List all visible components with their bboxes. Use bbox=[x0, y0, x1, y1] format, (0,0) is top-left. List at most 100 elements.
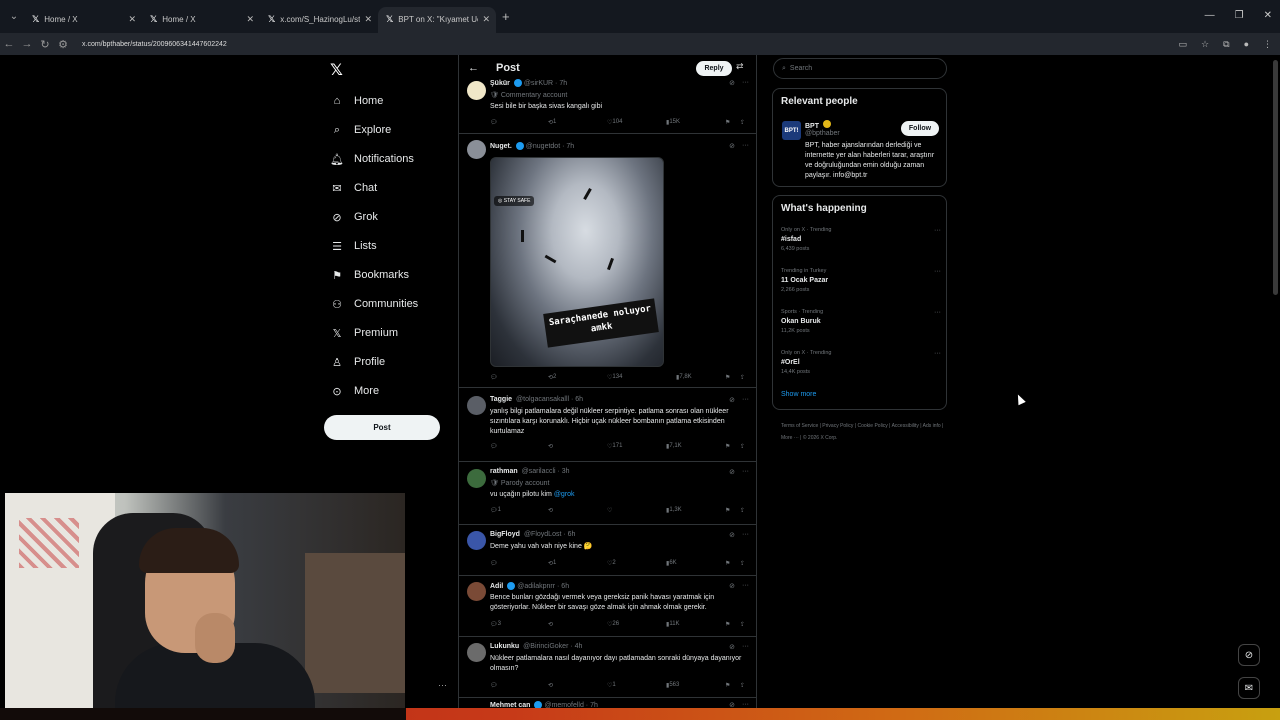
views-icon[interactable]: ▮ 1,3K bbox=[666, 507, 682, 514]
reply-tweet[interactable]: Taggie @tolgacansakalll · 6h ⊘ ··· yanlış… bbox=[459, 389, 756, 462]
share-icon[interactable]: ⇪ bbox=[740, 374, 745, 381]
sort-replies-icon[interactable]: ⇄ bbox=[736, 61, 744, 72]
account-menu-icon[interactable]: ··· bbox=[438, 680, 447, 690]
retweet-icon[interactable]: ⟲ 1 bbox=[548, 119, 556, 126]
nav-communities[interactable]: ⚇ Communities bbox=[330, 294, 418, 314]
nav-grok[interactable]: ⊘ Grok bbox=[330, 207, 377, 227]
show-more-link[interactable]: Show more bbox=[781, 391, 816, 398]
browser-tab[interactable]: 𝕏 Home / X ✕ bbox=[142, 7, 260, 33]
more-icon[interactable]: ··· bbox=[742, 531, 749, 539]
author-name[interactable]: rathman bbox=[490, 468, 518, 475]
reply-tweet[interactable]: rathman @sarilaccli · 3h ⊘ ··· 🛡 Parody a… bbox=[459, 463, 756, 525]
url-field[interactable]: x.com/bpthaber/status/200960634144760224… bbox=[82, 41, 227, 48]
share-icon[interactable]: ⇪ bbox=[740, 119, 745, 126]
views-icon[interactable]: ▮ 6K bbox=[666, 560, 677, 567]
views-icon[interactable]: ▮ 7,8K bbox=[676, 374, 692, 381]
trend-item[interactable]: Only on X · Trending #isfad 6,439 posts … bbox=[781, 227, 941, 252]
author-name[interactable]: Şükür bbox=[490, 80, 510, 87]
avatar[interactable] bbox=[467, 469, 486, 488]
restore-icon[interactable]: ❐ bbox=[1235, 10, 1244, 21]
like-icon[interactable]: ♡ 26 bbox=[607, 621, 619, 628]
bookmark-icon[interactable]: ⚑ bbox=[725, 621, 730, 628]
reply-icon[interactable]: 💬︎ bbox=[490, 119, 498, 126]
bookmark-icon[interactable]: ⚑ bbox=[725, 507, 730, 514]
like-icon[interactable]: ♡ 134 bbox=[607, 374, 622, 381]
views-icon[interactable]: ▮ 563 bbox=[666, 682, 679, 689]
trend-item[interactable]: Only on X · Trending #OrEl 14,4K posts ·… bbox=[781, 350, 941, 375]
nav-profile[interactable]: ♙ Profile bbox=[330, 352, 385, 372]
retweet-icon[interactable]: ⟲ bbox=[548, 443, 553, 450]
back-arrow-icon[interactable]: ← bbox=[468, 62, 479, 74]
more-icon[interactable]: ··· bbox=[742, 582, 749, 590]
reply-tweet[interactable]: Adil @adilakpnrr · 6h ⊘ ··· Bence bunları… bbox=[459, 577, 756, 637]
forward-icon[interactable]: → bbox=[18, 38, 36, 50]
like-icon[interactable]: ♡ 171 bbox=[607, 443, 622, 450]
reply-tweet[interactable]: Nuget. @nugetdot · 7h ⊘ ··· ◎ STAY SAFE S… bbox=[459, 135, 756, 388]
more-icon[interactable]: ··· bbox=[742, 142, 749, 150]
retweet-icon[interactable]: ⟲ 2 bbox=[548, 374, 556, 381]
tab-list-icon[interactable]: ⌄ bbox=[4, 7, 24, 27]
person-name[interactable]: BPT bbox=[805, 120, 833, 130]
reply-icon[interactable]: 💬︎ bbox=[490, 682, 498, 689]
nav-premium[interactable]: 𝕏 Premium bbox=[330, 323, 398, 343]
reply-tweet[interactable]: Lukunku @BirinciGoker · 4h ⊘ ··· Nükleer … bbox=[459, 638, 756, 698]
nav-more[interactable]: ⊙ More bbox=[330, 381, 379, 401]
new-tab-icon[interactable]: + bbox=[502, 9, 510, 24]
nav-lists[interactable]: ☰ Lists bbox=[330, 236, 377, 256]
views-icon[interactable]: ▮ 15K bbox=[666, 119, 680, 126]
share-icon[interactable]: ⇪ bbox=[740, 443, 745, 450]
reply-icon[interactable]: 💬︎ 1 bbox=[490, 507, 501, 514]
trend-item[interactable]: Sports · Trending Okan Buruk 11,2K posts… bbox=[781, 309, 941, 334]
avatar[interactable]: BPT! bbox=[782, 121, 801, 140]
grok-icon[interactable]: ⊘ bbox=[729, 643, 735, 651]
reply-tweet[interactable]: BigFloyd @FloydLost · 6h ⊘ ··· Deme yahu … bbox=[459, 526, 756, 576]
bookmark-icon[interactable]: ⚑ bbox=[725, 119, 730, 126]
bookmark-icon[interactable]: ⚑ bbox=[725, 682, 730, 689]
author-name[interactable]: Adil bbox=[490, 583, 503, 590]
grok-icon[interactable]: ⊘ bbox=[729, 396, 735, 404]
nav-chat[interactable]: ✉ Chat bbox=[330, 178, 377, 198]
author-handle[interactable]: @nugetdot · 7h bbox=[526, 143, 574, 150]
author-name[interactable]: Lukunku bbox=[490, 643, 519, 650]
reply-icon[interactable]: 💬︎ bbox=[490, 560, 498, 567]
share-icon[interactable]: ⇪ bbox=[740, 621, 745, 628]
reply-button[interactable]: Reply bbox=[696, 61, 732, 76]
cast-icon[interactable]: ▭ bbox=[1179, 39, 1188, 50]
like-icon[interactable]: ♡ 2 bbox=[607, 560, 616, 567]
grok-icon[interactable]: ⊘ bbox=[729, 531, 735, 539]
author-name[interactable]: BigFloyd bbox=[490, 531, 520, 538]
author-handle[interactable]: @tolgacansakalll · 6h bbox=[516, 396, 583, 403]
bookmark-star-icon[interactable]: ☆ bbox=[1201, 39, 1209, 50]
avatar[interactable] bbox=[467, 531, 486, 550]
grok-icon[interactable]: ⊘ bbox=[729, 79, 735, 87]
bookmark-icon[interactable]: ⚑ bbox=[725, 443, 730, 450]
grok-icon[interactable]: ⊘ bbox=[729, 142, 735, 150]
more-icon[interactable]: ··· bbox=[934, 227, 941, 234]
author-handle[interactable]: @FloydLost · 6h bbox=[524, 531, 575, 538]
footer-links[interactable]: Terms of Service | Privacy Policy | Cook… bbox=[781, 420, 951, 444]
avatar[interactable] bbox=[467, 643, 486, 662]
author-handle[interactable]: @sirKUR · 7h bbox=[524, 80, 567, 87]
reply-icon[interactable]: 💬︎ 3 bbox=[490, 621, 501, 628]
like-icon[interactable]: ♡ bbox=[607, 507, 612, 514]
grok-icon[interactable]: ⊘ bbox=[729, 582, 735, 590]
x-logo-icon[interactable]: 𝕏 bbox=[330, 60, 343, 80]
author-name[interactable]: Taggie bbox=[490, 396, 512, 403]
reply-tweet[interactable]: Şükür @sirKUR · 7h ⊘ ··· 🛡 Commentary acc… bbox=[459, 77, 756, 134]
back-icon[interactable]: ← bbox=[0, 38, 18, 50]
reload-icon[interactable]: ↻ bbox=[36, 38, 54, 51]
bookmark-icon[interactable]: ⚑ bbox=[725, 374, 730, 381]
like-icon[interactable]: ♡ 1 bbox=[607, 682, 616, 689]
minimize-icon[interactable]: — bbox=[1205, 10, 1215, 21]
share-icon[interactable]: ⇪ bbox=[740, 507, 745, 514]
author-name[interactable]: Nuget. bbox=[490, 143, 512, 150]
avatar[interactable] bbox=[467, 582, 486, 601]
avatar[interactable] bbox=[467, 81, 486, 100]
person-handle[interactable]: @bpthaber bbox=[805, 130, 840, 137]
follow-button[interactable]: Follow bbox=[901, 121, 939, 136]
close-window-icon[interactable]: ✕ bbox=[1264, 10, 1272, 21]
more-icon[interactable]: ··· bbox=[934, 350, 941, 357]
retweet-icon[interactable]: ⟲ bbox=[548, 507, 553, 514]
close-tab-icon[interactable]: ✕ bbox=[246, 14, 254, 25]
like-icon[interactable]: ♡ 104 bbox=[607, 119, 622, 126]
